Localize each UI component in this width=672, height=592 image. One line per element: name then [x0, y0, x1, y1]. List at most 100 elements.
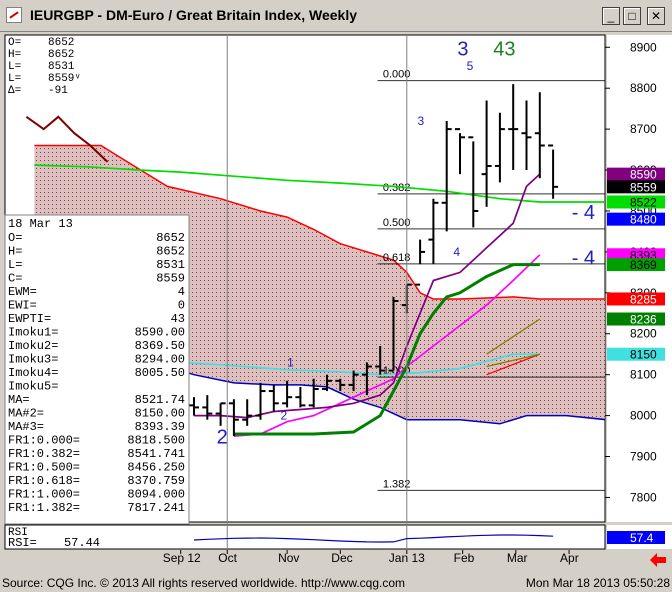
price-tag-label: 8285: [630, 292, 657, 306]
y-tick-label: 7900: [630, 450, 657, 464]
wave-count-label: 3: [457, 38, 468, 60]
readout-value: 8652: [48, 37, 74, 49]
x-tick-label: Dec: [331, 551, 352, 565]
info-row-value: 8294.00: [135, 353, 185, 367]
info-row-value: 4: [178, 285, 185, 299]
info-row-value: 7817.241: [127, 501, 185, 515]
readout-key: Δ=: [8, 85, 21, 97]
x-tick-label: Sep 12: [163, 551, 201, 565]
y-tick-label: 7800: [630, 490, 657, 504]
info-row-value: 8652: [156, 245, 185, 259]
rsi-readout-key: RSI=: [8, 536, 37, 550]
x-tick-label: Jan 13: [389, 551, 425, 565]
info-row-key: MA#3=: [8, 420, 44, 434]
x-tick-label: Nov: [278, 551, 299, 565]
info-row-key: FR1:0.382=: [8, 447, 80, 461]
y-tick-label: 8000: [630, 409, 657, 423]
info-row-value: 0: [178, 299, 185, 313]
info-row-value: 8541.741: [127, 447, 185, 461]
info-row-value: 8531: [156, 258, 185, 272]
x-tick-label: Oct: [218, 551, 237, 565]
info-row-key: MA=: [8, 393, 30, 407]
info-row-value: 8370.759: [127, 474, 185, 488]
readout-value: 8559ᵛ: [48, 73, 81, 85]
chart-area[interactable]: 0.0000.3820.5000.6181.0001.3822213543 43-…: [0, 32, 672, 576]
info-row-key: Imoku3=: [8, 353, 58, 367]
y-tick-label: 8700: [630, 122, 657, 136]
fib-level-label: 0.618: [383, 252, 411, 264]
minimize-button[interactable]: _: [602, 7, 620, 25]
status-footer: Source: CQG Inc. © 2013 All rights reser…: [0, 576, 672, 592]
wave-count-label: 2: [217, 426, 228, 448]
info-row-key: FR1:0.500=: [8, 461, 80, 475]
info-row-value: 8521.74: [135, 393, 185, 407]
info-row-key: FR1:0.000=: [8, 434, 80, 448]
y-tick-label: 8900: [630, 40, 657, 54]
window-titlebar: IEURGBP - DM-Euro / Great Britain Index,…: [0, 0, 672, 32]
wave-count-label: - 4: [572, 248, 595, 270]
close-button[interactable]: ✕: [647, 7, 665, 25]
app-chart-icon: [6, 7, 22, 23]
wave-count-label: 5: [467, 59, 474, 73]
info-row-key: Imoku2=: [8, 339, 58, 353]
info-row-key: H=: [8, 245, 22, 259]
info-row-value: 8005.50: [135, 366, 185, 380]
info-row-key: C=: [8, 272, 22, 286]
fib-level-label: 0.500: [383, 217, 411, 229]
wave-count-label: 3: [417, 114, 424, 128]
info-row-key: EWM=: [8, 285, 37, 299]
info-row-key: Imoku5=: [8, 380, 58, 394]
info-row-key: FR1:1.382=: [8, 501, 80, 515]
x-tick-label: Mar: [507, 551, 528, 565]
rsi-readout-value: 57.44: [64, 536, 100, 550]
info-row-value: 8094.000: [127, 488, 185, 502]
price-tag-label: 8150: [630, 348, 657, 362]
wave-count-label: 2: [280, 409, 287, 423]
readout-value: 8652: [48, 49, 74, 61]
info-row-value: 43: [171, 312, 185, 326]
info-row-key: EWPTI=: [8, 312, 51, 326]
info-row-value: 8818.500: [127, 434, 185, 448]
readout-value: -91: [48, 85, 68, 97]
x-tick-label: Feb: [454, 551, 475, 565]
info-row-key: Imoku4=: [8, 366, 58, 380]
price-tag-label: 8369: [630, 258, 657, 272]
window-title: IEURGBP - DM-Euro / Great Britain Index,…: [30, 7, 357, 23]
price-tag-label: 8480: [630, 213, 657, 227]
info-row-key: O=: [8, 231, 22, 245]
info-row-value: 8393.39: [135, 420, 185, 434]
wave-count-label: 1: [287, 355, 294, 369]
info-row-key: MA#2=: [8, 407, 44, 421]
y-tick-label: 8100: [630, 368, 657, 382]
fib-level-label: 1.382: [383, 478, 411, 490]
info-row-value: 8559: [156, 272, 185, 286]
info-row-value: 8369.50: [135, 339, 185, 353]
info-row-key: L=: [8, 258, 22, 272]
y-tick-label: 8800: [630, 81, 657, 95]
wave-count-label: 4: [453, 245, 460, 259]
price-tag-label: 8522: [630, 195, 657, 209]
wave-count-label: 43: [493, 38, 515, 60]
rsi-value-tag-label: 57.4: [630, 531, 654, 545]
x-tick-label: Apr: [560, 551, 579, 565]
readout-key: L=: [8, 73, 21, 85]
info-panel-date: 18 Mar 13: [8, 217, 73, 231]
footer-timestamp: Mon Mar 18 2013 05:50:28: [525, 576, 670, 590]
readout-key: H=: [8, 49, 21, 61]
maximize-button[interactable]: □: [623, 7, 641, 25]
info-row-value: 8456.250: [127, 461, 185, 475]
info-row-key: FR1:0.618=: [8, 474, 80, 488]
price-tag-label: 8559: [630, 180, 657, 194]
info-row-key: FR1:1.000=: [8, 488, 80, 502]
info-row-value: 8652: [156, 231, 185, 245]
fib-level-label: 0.000: [383, 69, 411, 81]
wave-count-label: - 4: [572, 202, 595, 224]
footer-source: Source: CQG Inc. © 2013 All rights reser…: [2, 576, 406, 590]
readout-key: L=: [8, 61, 21, 73]
price-tag-label: 8236: [630, 313, 657, 327]
info-row-key: EWI=: [8, 299, 37, 313]
readout-value: 8531: [48, 61, 75, 73]
y-tick-label: 8200: [630, 327, 657, 341]
readout-key: O=: [8, 37, 21, 49]
info-row-key: Imoku1=: [8, 326, 58, 340]
